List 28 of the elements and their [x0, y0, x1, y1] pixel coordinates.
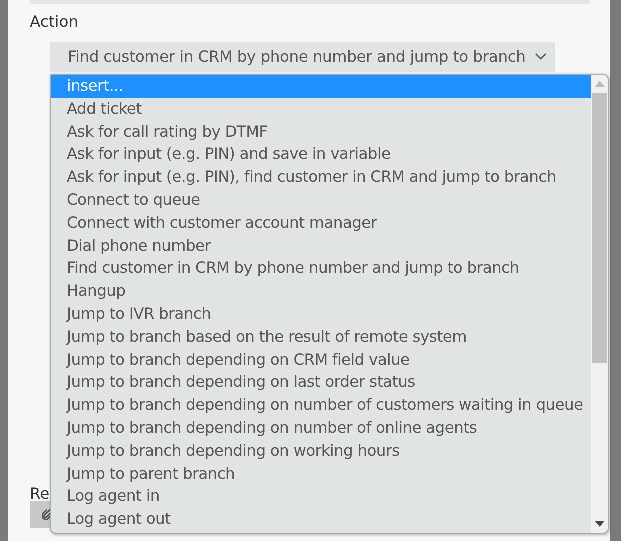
- dropdown-option[interactable]: Jump to parent branch: [51, 462, 591, 486]
- dropdown-option[interactable]: Hangup: [51, 280, 591, 303]
- section-label: Action: [30, 13, 79, 33]
- dropdown-option[interactable]: Ask for call rating by DTMF: [51, 120, 591, 144]
- dropdown-option[interactable]: insert...: [51, 75, 591, 98]
- dropdown-option[interactable]: Log agent out: [51, 508, 591, 531]
- dropdown-option[interactable]: Jump to branch depending on working hours: [51, 440, 591, 463]
- scrollbar-thumb[interactable]: [592, 93, 607, 363]
- scrollbar[interactable]: [591, 75, 608, 533]
- dropdown-option[interactable]: Jump to branch based on the result of remote system: [51, 326, 591, 349]
- dropdown-option[interactable]: Jump to branch depending on number of customers waiting in queue: [51, 394, 591, 417]
- chevron-down-icon: [535, 53, 547, 61]
- dropdown-option[interactable]: Jump to branch depending on CRM field value: [51, 348, 591, 372]
- dropdown-option[interactable]: Ask for input (e.g. PIN), find customer in CRM and jump to branch: [51, 166, 591, 189]
- dropdown-option[interactable]: Log agent in: [51, 485, 591, 508]
- dropdown-option[interactable]: Connect with customer account manager: [51, 212, 591, 235]
- dropdown-option[interactable]: Jump to branch depending on number of online agents: [51, 416, 591, 440]
- action-select[interactable]: Find customer in CRM by phone number and jump to branch: [50, 42, 555, 72]
- dropdown-option[interactable]: Dial phone number: [51, 234, 591, 258]
- scroll-up-icon[interactable]: [594, 81, 604, 87]
- dropdown-option[interactable]: Jump to IVR branch: [51, 302, 591, 326]
- scroll-down-icon[interactable]: [594, 521, 604, 527]
- dropdown-option[interactable]: Ask for input (e.g. PIN) and save in variable: [51, 143, 591, 166]
- dropdown-option[interactable]: Add ticket: [51, 98, 591, 121]
- dropdown-option[interactable]: Jump to branch depending on last order status: [51, 371, 591, 394]
- dropdown-option[interactable]: Connect to queue: [51, 188, 591, 212]
- section-label: Re: [30, 485, 50, 505]
- dropdown-option[interactable]: Find customer in CRM by phone number and jump to branch: [51, 257, 591, 280]
